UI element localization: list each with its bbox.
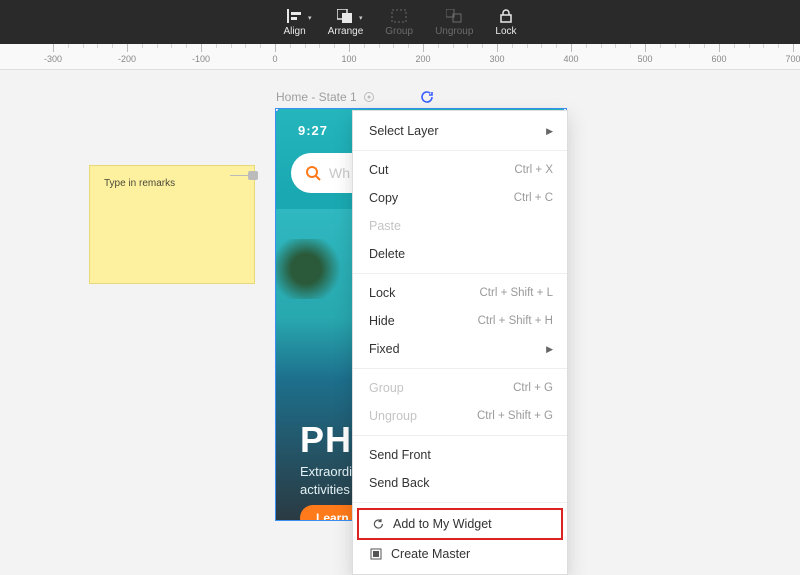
ctx-label: Select Layer bbox=[369, 124, 438, 138]
separator bbox=[353, 502, 567, 503]
selection-handle[interactable] bbox=[275, 108, 279, 112]
arrange-label: Arrange bbox=[328, 26, 364, 37]
ctx-cut[interactable]: Cut Ctrl + X bbox=[353, 156, 567, 184]
sticky-note[interactable]: Type in remarks bbox=[89, 165, 255, 284]
ctx-select-layer[interactable]: Select Layer ▶ bbox=[353, 117, 567, 145]
shortcut: Ctrl + C bbox=[514, 192, 553, 204]
lock-tool[interactable]: Lock bbox=[495, 8, 516, 37]
ctx-send-front[interactable]: Send Front bbox=[353, 441, 567, 469]
hero-subtitle: Extraordiactivities bbox=[300, 463, 352, 499]
ctx-label: Create Master bbox=[391, 547, 470, 561]
group-icon bbox=[390, 8, 408, 24]
separator bbox=[353, 150, 567, 151]
ungroup-tool: Ungroup bbox=[435, 8, 473, 37]
arrange-tool[interactable]: ▾ Arrange bbox=[328, 8, 364, 37]
artboard-header[interactable]: Home - State 1 bbox=[276, 90, 375, 104]
toolbar-group: ▾ Align ▾ Arrange Group Ungroup bbox=[283, 8, 516, 37]
ctx-label: Fixed bbox=[369, 342, 400, 356]
ctx-label: Delete bbox=[369, 247, 405, 261]
master-icon bbox=[369, 547, 383, 561]
group-tool: Group bbox=[385, 8, 413, 37]
caret-icon: ▾ bbox=[308, 14, 312, 22]
align-icon: ▾ bbox=[286, 8, 304, 24]
shortcut: Ctrl + Shift + G bbox=[477, 410, 553, 422]
connector-line bbox=[230, 175, 250, 176]
caret-icon: ▾ bbox=[359, 14, 363, 22]
shortcut: Ctrl + G bbox=[513, 382, 553, 394]
ctx-lock[interactable]: Lock Ctrl + Shift + L bbox=[353, 279, 567, 307]
ctx-label: Add to My Widget bbox=[393, 517, 492, 531]
ctx-paste: Paste bbox=[353, 212, 567, 240]
top-toolbar: ▾ Align ▾ Arrange Group Ungroup bbox=[0, 0, 800, 44]
chevron-right-icon: ▶ bbox=[546, 344, 553, 355]
ctx-hide[interactable]: Hide Ctrl + Shift + H bbox=[353, 307, 567, 335]
lock-label: Lock bbox=[495, 26, 516, 37]
separator bbox=[353, 435, 567, 436]
artboard-title: Home - State 1 bbox=[276, 90, 357, 104]
shortcut: Ctrl + Shift + H bbox=[478, 315, 553, 327]
refresh-icon[interactable] bbox=[420, 90, 434, 104]
search-icon bbox=[305, 165, 321, 181]
connector bbox=[230, 170, 258, 180]
ctx-label: Ungroup bbox=[369, 409, 417, 423]
cycle-icon bbox=[371, 517, 385, 531]
ctx-fixed[interactable]: Fixed ▶ bbox=[353, 335, 567, 363]
ctx-label: Copy bbox=[369, 191, 398, 205]
separator bbox=[353, 368, 567, 369]
search-placeholder: Wh bbox=[329, 165, 350, 181]
ctx-delete[interactable]: Delete bbox=[353, 240, 567, 268]
design-canvas[interactable]: Home - State 1 Type in remarks 9:27 Wh P… bbox=[0, 70, 800, 521]
ctx-ungroup: Ungroup Ctrl + Shift + G bbox=[353, 402, 567, 430]
ungroup-icon bbox=[445, 8, 463, 24]
ctx-label: Lock bbox=[369, 286, 395, 300]
ctx-send-back[interactable]: Send Back bbox=[353, 469, 567, 497]
gear-icon[interactable] bbox=[363, 91, 375, 103]
ctx-copy[interactable]: Copy Ctrl + C bbox=[353, 184, 567, 212]
status-bar-time: 9:27 bbox=[298, 123, 328, 138]
ctx-group: Group Ctrl + G bbox=[353, 374, 567, 402]
separator bbox=[353, 273, 567, 274]
ctx-label: Group bbox=[369, 381, 404, 395]
horizontal-ruler: -300-200-1000100200300400500600700 bbox=[0, 44, 800, 70]
arrange-icon: ▾ bbox=[336, 8, 354, 24]
group-label: Group bbox=[385, 26, 413, 37]
connector-arrow-icon bbox=[248, 171, 258, 180]
hero-image-detail bbox=[275, 239, 346, 299]
ungroup-label: Ungroup bbox=[435, 26, 473, 37]
ctx-label: Send Front bbox=[369, 448, 431, 462]
lock-icon bbox=[497, 8, 515, 24]
align-tool[interactable]: ▾ Align bbox=[283, 8, 305, 37]
align-label: Align bbox=[283, 26, 305, 37]
ctx-label: Hide bbox=[369, 314, 395, 328]
context-menu: Select Layer ▶ Cut Ctrl + X Copy Ctrl + … bbox=[352, 110, 568, 575]
shortcut: Ctrl + Shift + L bbox=[479, 287, 553, 299]
ctx-create-master[interactable]: Create Master bbox=[353, 540, 567, 568]
ctx-label: Send Back bbox=[369, 476, 429, 490]
sticky-text: Type in remarks bbox=[104, 178, 175, 189]
ctx-label: Paste bbox=[369, 219, 401, 233]
chevron-right-icon: ▶ bbox=[546, 126, 553, 137]
shortcut: Ctrl + X bbox=[514, 164, 553, 176]
ctx-label: Cut bbox=[369, 163, 388, 177]
ctx-add-to-widget[interactable]: Add to My Widget bbox=[357, 508, 563, 540]
